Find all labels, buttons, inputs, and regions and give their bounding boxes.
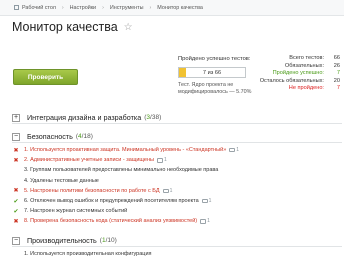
- breadcrumb-settings[interactable]: Настройки: [70, 5, 96, 11]
- breadcrumb-separator: ›: [61, 4, 64, 11]
- test-item-label[interactable]: 1. Используется проактивная защита. Мини…: [24, 147, 226, 153]
- section-count: (4/18): [76, 133, 93, 140]
- test-item[interactable]: ✔ 7. Настроен журнал системных событий: [12, 206, 342, 216]
- status-placeholder: ·: [12, 178, 20, 184]
- stat-row: Не пройдено: 7: [250, 85, 340, 93]
- breadcrumb-separator: ›: [149, 4, 152, 11]
- stat-label: Обязательных:: [284, 62, 324, 69]
- test-list: [12, 124, 342, 126]
- section-count-rest: /38): [150, 114, 162, 121]
- stat-value: 20: [333, 77, 340, 84]
- test-list: ✖ 1. Используется проактивная защита. Мин…: [12, 143, 342, 227]
- run-check-button[interactable]: Проверить: [13, 69, 78, 85]
- section-count: (1/10): [100, 237, 117, 244]
- progress-text: 7 из 66: [202, 69, 222, 76]
- collapse-icon[interactable]: −: [12, 236, 20, 245]
- home-icon: [14, 5, 19, 10]
- test-item[interactable]: ✖ 5. Настроены политики безопасности по р…: [12, 186, 342, 196]
- stat-label: Всего тестов:: [289, 55, 324, 61]
- check-icon: ✔: [13, 208, 19, 215]
- comment-icon: [162, 188, 169, 194]
- test-section: −Производительность(1/10) · 1. Используетс…: [12, 235, 342, 259]
- breadcrumb-tools[interactable]: Инструменты: [110, 5, 144, 11]
- test-section: − Безопасность (4/18) ✖ 1. Используется проа…: [12, 131, 342, 227]
- test-item-label[interactable]: 8. Проверена безопасность кода (статичес…: [24, 218, 197, 224]
- stat-row: Осталось обязательных: 20: [250, 78, 340, 86]
- test-item[interactable]: · 4. Удалены тестовые данные: [12, 176, 342, 186]
- test-item[interactable]: ✔ 6. Отключен вывод ошибок и предупрежден…: [12, 196, 342, 206]
- stat-row: Всего тестов: 66: [250, 55, 340, 63]
- comment-icon: [201, 198, 208, 204]
- test-item[interactable]: ✖ 8. Проверена безопасность кода (статиче…: [12, 216, 342, 226]
- comment-count[interactable]: 1: [200, 218, 210, 224]
- breadcrumb-desktop[interactable]: Рабочий стол: [22, 5, 56, 11]
- stat-label: Пройдено успешно:: [272, 70, 324, 76]
- section-count-rest: /18): [81, 133, 93, 140]
- test-item-label[interactable]: 3. Группам пользователей предоставлены м…: [24, 167, 218, 173]
- comment-count-value: 1: [169, 187, 173, 194]
- status-placeholder: ·: [12, 167, 20, 173]
- test-item-label[interactable]: 6. Отключен вывод ошибок и предупреждени…: [24, 198, 199, 204]
- fail-icon: ✖: [13, 188, 19, 195]
- comment-icon: [229, 147, 236, 153]
- section-title: Безопасность: [27, 132, 73, 141]
- page: Рабочий стол › Настройки › Инструменты ›…: [0, 0, 344, 268]
- page-title-row: Монитор качества ☆: [12, 20, 133, 34]
- stat-value: 66: [333, 55, 340, 61]
- page-title: Монитор качества: [12, 20, 118, 34]
- progress-bar: 7 из 66: [178, 67, 246, 78]
- test-item-label[interactable]: 7. Настроен журнал системных событий: [24, 208, 127, 214]
- comment-count-value: 1: [236, 147, 240, 154]
- section-count: (3/38): [144, 114, 161, 121]
- check-icon: ✔: [13, 198, 19, 205]
- fail-icon: ✖: [13, 147, 19, 154]
- stat-value: 7: [336, 70, 340, 76]
- collapse-icon[interactable]: −: [12, 132, 20, 141]
- section-header[interactable]: − Производительность (1/10): [12, 235, 342, 247]
- test-item[interactable]: · 3. Группам пользователей предоставлены …: [12, 165, 342, 175]
- section-count-rest: /10): [105, 237, 117, 244]
- comment-count[interactable]: 1: [229, 147, 239, 153]
- favorite-star-icon[interactable]: ☆: [124, 22, 133, 33]
- breadcrumb: Рабочий стол › Настройки › Инструменты ›…: [0, 0, 344, 16]
- status-placeholder: ·: [12, 251, 20, 257]
- comment-icon: [156, 158, 163, 163]
- test-item-label[interactable]: 1. Используется производительная конфигу…: [24, 251, 152, 257]
- fail-icon: ✖: [13, 157, 19, 164]
- comment-count[interactable]: 1: [156, 157, 167, 164]
- expand-icon[interactable]: +: [12, 113, 20, 122]
- fail-icon: ✖: [13, 218, 19, 225]
- stat-value: 26: [333, 62, 340, 69]
- stat-row: Пройдено успешно: 7: [250, 70, 340, 78]
- comment-count[interactable]: 1: [162, 187, 173, 194]
- comment-icon: [200, 219, 207, 224]
- test-item-label[interactable]: 4. Удалены тестовые данные: [24, 178, 99, 184]
- stat-value: 7: [336, 85, 340, 91]
- test-item-label[interactable]: 5. Настроены политики безопасности по ра…: [24, 188, 160, 194]
- stats-panel: Всего тестов: 66 Обязательных: 26 Пройдено у…: [250, 55, 340, 93]
- section-title: Производительность: [27, 236, 97, 245]
- breadcrumb-current: Монитор качества: [157, 4, 203, 11]
- comment-count[interactable]: 1: [201, 198, 212, 205]
- stat-label: Осталось обязательных:: [259, 77, 324, 84]
- section-header[interactable]: + Интеграция дизайна и разработка (3/38): [12, 112, 342, 124]
- test-list: · 1. Используется производительная конфиг…: [12, 247, 342, 259]
- breadcrumb-separator: ›: [102, 4, 104, 11]
- section-title: Интеграция дизайна и разработка: [27, 113, 142, 122]
- section-header[interactable]: − Безопасность (4/18): [12, 131, 342, 143]
- stat-label: Не пройдено:: [288, 85, 324, 91]
- stat-row: Обязательных: 26: [250, 63, 340, 71]
- test-item-label[interactable]: 2. Административные учетные записи - защ…: [24, 157, 154, 163]
- test-item[interactable]: · 1. Используется производительная конфиг…: [12, 249, 342, 259]
- progress-label: Пройдено успешно тестов:: [178, 56, 251, 62]
- test-item[interactable]: ✖ 1. Используется проактивная защита. Мин…: [12, 145, 342, 155]
- comment-count-value: 1: [163, 157, 167, 164]
- test-item[interactable]: ✖ 2. Административные учетные записи - за…: [12, 155, 342, 165]
- comment-count-value: 1: [207, 218, 210, 225]
- comment-count-value: 1: [208, 198, 212, 205]
- test-section: + Интеграция дизайна и разработка (3/38): [12, 112, 342, 126]
